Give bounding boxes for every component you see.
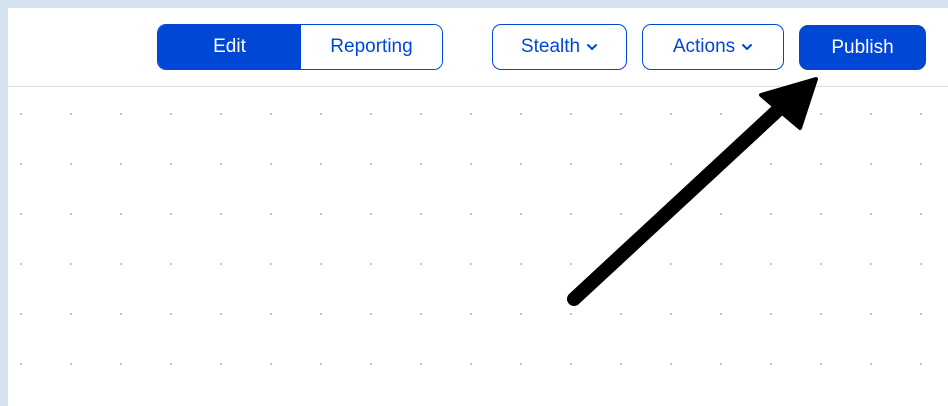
reporting-tab-label: Reporting xyxy=(330,36,413,57)
chevron-down-icon xyxy=(742,44,753,50)
view-mode-toggle: Edit Reporting xyxy=(157,24,443,70)
edit-tab-label: Edit xyxy=(213,36,246,57)
publish-label: Publish xyxy=(831,36,894,58)
app-window: Edit Reporting Stealth Actions Publish xyxy=(8,8,948,406)
top-toolbar: Edit Reporting Stealth Actions Publish xyxy=(8,8,948,87)
chevron-down-icon xyxy=(587,44,598,50)
edit-tab[interactable]: Edit xyxy=(158,25,301,69)
stealth-label: Stealth xyxy=(520,36,581,57)
stealth-dropdown-button[interactable]: Stealth xyxy=(492,24,627,70)
dotted-canvas[interactable] xyxy=(8,87,948,406)
actions-dropdown-button[interactable]: Actions xyxy=(642,24,784,70)
reporting-tab[interactable]: Reporting xyxy=(301,25,442,69)
actions-label: Actions xyxy=(672,36,736,57)
publish-button[interactable]: Publish xyxy=(799,25,926,70)
